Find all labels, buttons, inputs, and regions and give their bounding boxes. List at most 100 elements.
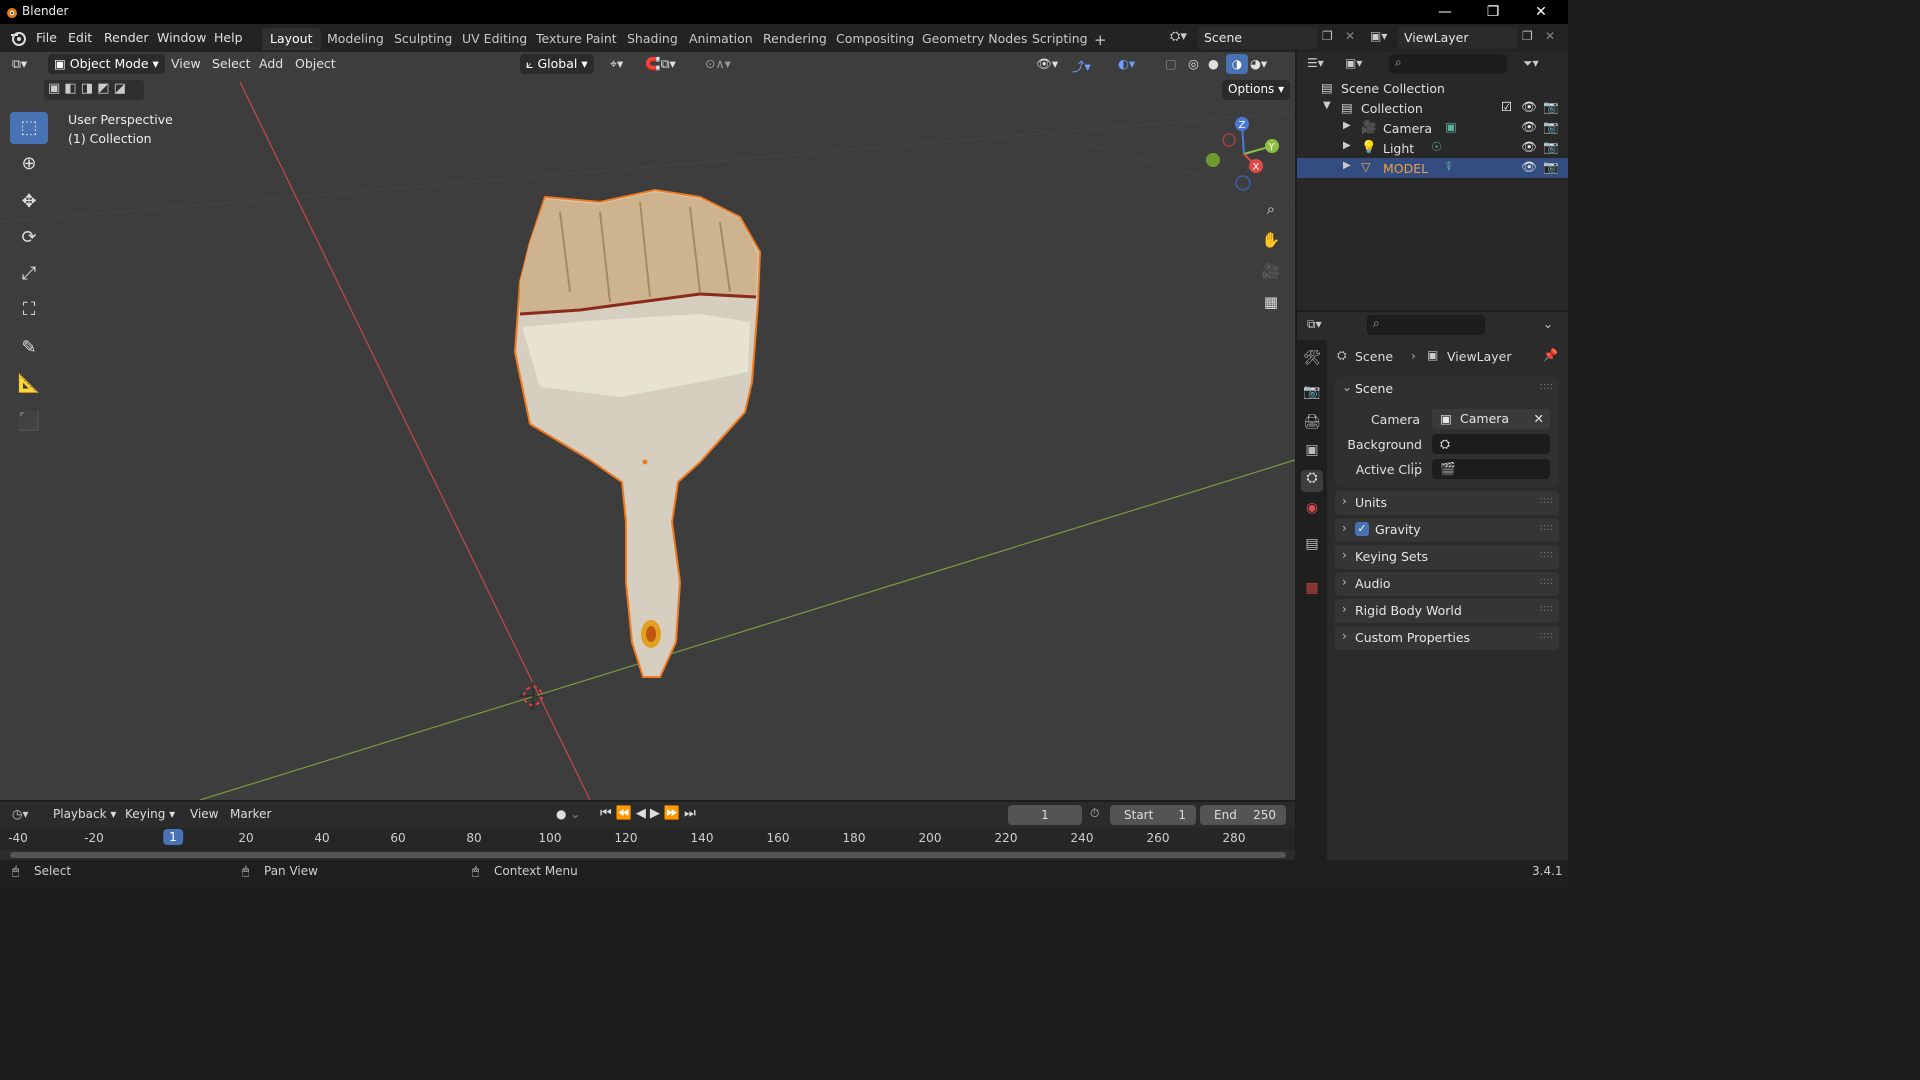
output-tab-icon[interactable]: 🖨	[1301, 414, 1323, 436]
start-frame-field[interactable]: Start 1	[1110, 805, 1196, 825]
menu-render[interactable]: Render	[104, 30, 149, 45]
drag-grip-icon[interactable]: ::::	[1540, 549, 1553, 560]
maximize-button[interactable]: ❐	[1470, 2, 1516, 22]
delete-scene-icon[interactable]: ✕	[1345, 29, 1355, 43]
expand-chevron-icon[interactable]: ▶	[1343, 140, 1351, 151]
frame-ruler[interactable]: -40 -20 1 20 40 60 80 100 120 140 160 18…	[0, 828, 1295, 850]
select-box-tool[interactable]: ⬚	[10, 112, 48, 144]
drag-grip-icon[interactable]: ::::	[1540, 381, 1553, 392]
measure-tool[interactable]: 📐	[10, 368, 48, 400]
light-data-icon[interactable]: ☉	[1431, 139, 1442, 154]
new-viewlayer-icon[interactable]: ❐	[1522, 29, 1533, 43]
add-cube-tool[interactable]: ⬛	[10, 406, 48, 438]
menu-playback[interactable]: Playback ▾	[53, 807, 116, 821]
pan-hand-icon[interactable]: ✋	[1258, 227, 1284, 253]
outliner-row-light[interactable]: ▶ 💡 Light ☉ 👁 📷	[1297, 138, 1568, 158]
viewport-options-button[interactable]: Options ▾	[1222, 80, 1291, 100]
panel-collapsed-chevron-icon[interactable]: ›	[1342, 548, 1347, 562]
outliner-row-scene-collection[interactable]: ▤ Scene Collection	[1297, 78, 1568, 98]
menu-object[interactable]: Object	[295, 56, 336, 71]
zoom-icon[interactable]: ⌕	[1258, 196, 1284, 222]
viewlayer-selector[interactable]: ViewLayer	[1398, 27, 1518, 49]
menu-keying[interactable]: Keying ▾	[125, 807, 175, 821]
blender-menu-icon[interactable]	[9, 29, 27, 47]
menu-view[interactable]: View	[171, 56, 201, 71]
properties-editor-icon[interactable]: ⧉▾	[1307, 317, 1322, 332]
overlay-toggle-icon[interactable]: ◐▾	[1118, 56, 1135, 71]
playback-controls[interactable]: ⏮⏪◀▶⏩⏭	[600, 806, 700, 821]
snap-icon[interactable]: 🧲⧉▾	[645, 56, 676, 72]
minimize-button[interactable]: —	[1422, 2, 1468, 22]
background-field[interactable]: ⛭	[1432, 434, 1550, 454]
transform-tool[interactable]: ⛶	[10, 294, 48, 326]
add-workspace-button[interactable]: +	[1086, 28, 1115, 50]
annotate-tool[interactable]: ✎	[10, 332, 48, 364]
view-layer-tab-icon[interactable]: ▣	[1301, 442, 1323, 464]
render-camera-icon[interactable]: 📷	[1543, 139, 1559, 155]
drag-grip-icon[interactable]: ::::	[1540, 522, 1553, 533]
render-camera-icon[interactable]: 📷	[1543, 99, 1559, 115]
outliner-search-input[interactable]: ⌕	[1389, 54, 1507, 74]
3d-viewport[interactable]: User Perspective (1) Collection Z Y X ⌕ …	[0, 52, 1295, 800]
outliner-editor-icon[interactable]: ☰▾	[1307, 56, 1324, 70]
new-scene-icon[interactable]: ❐	[1322, 29, 1333, 43]
camera-view-icon[interactable]: 🎥	[1258, 258, 1284, 284]
mesh-data-icon[interactable]: ⍒	[1445, 159, 1453, 175]
visibility-icon[interactable]: 👁▾	[1036, 56, 1058, 72]
move-tool[interactable]: ✥	[10, 186, 48, 218]
tab-modeling[interactable]: Modeling	[319, 28, 392, 50]
eye-icon[interactable]: 👁	[1521, 139, 1537, 155]
menu-window[interactable]: Window	[157, 30, 206, 45]
world-tab-icon[interactable]: ◉	[1301, 500, 1323, 522]
active-clip-field[interactable]: 🎬	[1432, 459, 1550, 479]
panel-collapsed-chevron-icon[interactable]: ›	[1342, 494, 1347, 508]
record-icon[interactable]: ● ⌄	[556, 807, 580, 821]
tab-rendering[interactable]: Rendering	[755, 28, 835, 50]
expand-chevron-icon[interactable]: ▶	[1343, 120, 1351, 131]
rigid-body-world-panel[interactable]: › Rigid Body World ::::	[1335, 599, 1559, 623]
texture-tab-icon[interactable]: ▩	[1301, 580, 1323, 602]
tab-scripting[interactable]: Scripting	[1024, 28, 1096, 50]
tool-tab-icon[interactable]: 🛠	[1301, 350, 1323, 372]
eye-icon[interactable]: 👁	[1521, 119, 1537, 135]
drag-grip-icon[interactable]: ::::	[1540, 603, 1553, 614]
render-camera-icon[interactable]: 📷	[1543, 159, 1559, 175]
collection-tab-icon[interactable]: ▤	[1301, 536, 1323, 558]
wireframe-shading-icon[interactable]: ◎	[1188, 56, 1199, 71]
units-panel[interactable]: › Units ::::	[1335, 491, 1559, 515]
audio-panel[interactable]: › Audio ::::	[1335, 572, 1559, 596]
include-checkbox-icon[interactable]: ☑	[1501, 99, 1512, 114]
viewlayer-icon[interactable]: ▣▾	[1370, 29, 1387, 43]
tab-geometry-nodes[interactable]: Geometry Nodes	[914, 28, 1035, 50]
navigation-gizmo[interactable]: Z Y X	[1200, 114, 1286, 194]
timeline-scrollbar[interactable]	[10, 852, 1286, 858]
gravity-panel[interactable]: › ✓ Gravity ::::	[1335, 518, 1559, 542]
properties-search-input[interactable]: ⌕	[1367, 315, 1485, 335]
drag-grip-icon[interactable]: ::::	[1540, 495, 1553, 506]
transform-orientation-selector[interactable]: ⟀ Global ▾	[520, 54, 594, 74]
menu-add[interactable]: Add	[259, 56, 283, 71]
panel-expanded-chevron-icon[interactable]: ⌄	[1342, 380, 1352, 394]
keying-sets-panel[interactable]: › Keying Sets ::::	[1335, 545, 1559, 569]
mode-selector[interactable]: ▣ Object Mode ▾	[48, 54, 165, 74]
close-button[interactable]: ✕	[1518, 2, 1564, 22]
tab-compositing[interactable]: Compositing	[828, 28, 922, 50]
xray-icon[interactable]: ▢	[1165, 56, 1177, 71]
camera-data-icon[interactable]: ▣	[1445, 119, 1457, 134]
tab-shading[interactable]: Shading	[619, 28, 686, 50]
drag-grip-icon[interactable]: ::::	[1540, 630, 1553, 641]
drag-grip-icon[interactable]: ::::	[1540, 576, 1553, 587]
end-frame-field[interactable]: End 250	[1200, 805, 1286, 825]
panel-collapsed-chevron-icon[interactable]: ›	[1342, 629, 1347, 643]
proportional-edit-icon[interactable]: ⊙∧▾	[705, 56, 731, 71]
outliner-row-model[interactable]: ▶ ▽ MODEL ⍒ 👁 📷	[1297, 158, 1568, 178]
tab-sculpting[interactable]: Sculpting	[386, 28, 460, 50]
current-frame-field[interactable]: 1	[1008, 805, 1082, 825]
menu-help[interactable]: Help	[214, 30, 243, 45]
render-camera-icon[interactable]: 📷	[1543, 119, 1559, 135]
panel-collapsed-chevron-icon[interactable]: ›	[1342, 521, 1347, 535]
panel-collapsed-chevron-icon[interactable]: ›	[1342, 602, 1347, 616]
expand-chevron-icon[interactable]: ▶	[1343, 160, 1351, 171]
pin-icon[interactable]: 📌	[1543, 348, 1558, 362]
tab-animation[interactable]: Animation	[681, 28, 761, 50]
